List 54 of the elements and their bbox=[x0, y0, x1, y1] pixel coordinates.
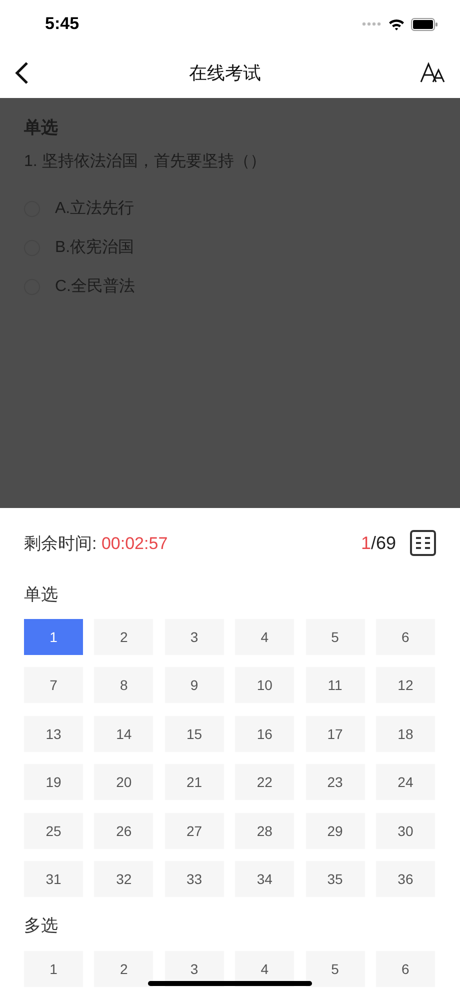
question-number-button[interactable]: 9 bbox=[164, 667, 224, 704]
question-number-button[interactable]: 16 bbox=[235, 716, 294, 752]
question-number-button[interactable]: 31 bbox=[24, 860, 83, 897]
question-number-button[interactable]: 34 bbox=[235, 860, 294, 897]
question-number-button[interactable]: 21 bbox=[164, 764, 224, 800]
question-number-button[interactable]: 2 bbox=[94, 950, 154, 987]
question-number-button[interactable]: 24 bbox=[376, 764, 435, 800]
answer-card-icon[interactable] bbox=[410, 530, 436, 556]
question-number-button[interactable]: 1 bbox=[24, 619, 83, 655]
question-number-button[interactable]: 5 bbox=[306, 619, 365, 655]
question-number-button[interactable]: 22 bbox=[235, 764, 294, 800]
signal-icon bbox=[362, 22, 382, 26]
question-number-button[interactable]: 7 bbox=[24, 667, 83, 704]
question-number-button[interactable]: 2 bbox=[94, 619, 154, 655]
question-number-button[interactable]: 8 bbox=[94, 667, 154, 704]
question-number-button[interactable]: 28 bbox=[235, 812, 294, 849]
question-number-button[interactable]: 30 bbox=[376, 812, 435, 849]
countdown-timer: 00:02:57 bbox=[101, 534, 168, 552]
question-number-button[interactable]: 36 bbox=[376, 860, 435, 897]
back-button[interactable] bbox=[14, 61, 30, 85]
question-number-button[interactable]: 35 bbox=[306, 860, 365, 897]
question-number-button[interactable]: 10 bbox=[235, 667, 294, 704]
question-number-button[interactable]: 25 bbox=[24, 812, 83, 849]
current-question-number: 1 bbox=[360, 532, 371, 552]
question-number-button[interactable]: 6 bbox=[376, 950, 435, 987]
question-number-button[interactable]: 11 bbox=[306, 667, 365, 704]
page-title: 在线考试 bbox=[189, 62, 261, 85]
question-number-button[interactable]: 1 bbox=[24, 950, 83, 987]
question-number-button[interactable]: 5 bbox=[306, 950, 365, 987]
timer-label: 剩余时间: bbox=[24, 534, 97, 552]
font-size-button[interactable] bbox=[420, 62, 446, 84]
section-title: 单选 bbox=[24, 584, 58, 606]
question-number-button[interactable]: 23 bbox=[306, 764, 365, 800]
wifi-icon bbox=[388, 18, 405, 30]
question-number-button[interactable]: 17 bbox=[306, 716, 365, 752]
question-number-button[interactable]: 6 bbox=[376, 619, 435, 655]
battery-icon bbox=[411, 18, 438, 30]
question-number-button[interactable]: 27 bbox=[164, 812, 224, 849]
question-number-button[interactable]: 3 bbox=[164, 619, 224, 655]
question-number-button[interactable]: 15 bbox=[164, 716, 224, 752]
question-number-button[interactable]: 33 bbox=[164, 860, 224, 897]
status-time: 5:45 bbox=[45, 14, 80, 34]
question-number-button[interactable]: 12 bbox=[376, 667, 435, 704]
question-number-button[interactable]: 32 bbox=[94, 860, 154, 897]
question-number-button[interactable]: 18 bbox=[376, 716, 435, 752]
question-number-button[interactable]: 13 bbox=[24, 716, 83, 752]
section-title: 多选 bbox=[24, 915, 58, 938]
question-number-button[interactable]: 26 bbox=[94, 812, 154, 849]
question-number-button[interactable]: 19 bbox=[24, 764, 83, 800]
question-number-button[interactable]: 14 bbox=[94, 716, 154, 752]
question-number-button[interactable]: 4 bbox=[235, 619, 294, 655]
question-number-button[interactable]: 29 bbox=[306, 812, 365, 849]
question-number-button[interactable]: 20 bbox=[94, 764, 154, 800]
question-total: /69 bbox=[370, 532, 396, 552]
